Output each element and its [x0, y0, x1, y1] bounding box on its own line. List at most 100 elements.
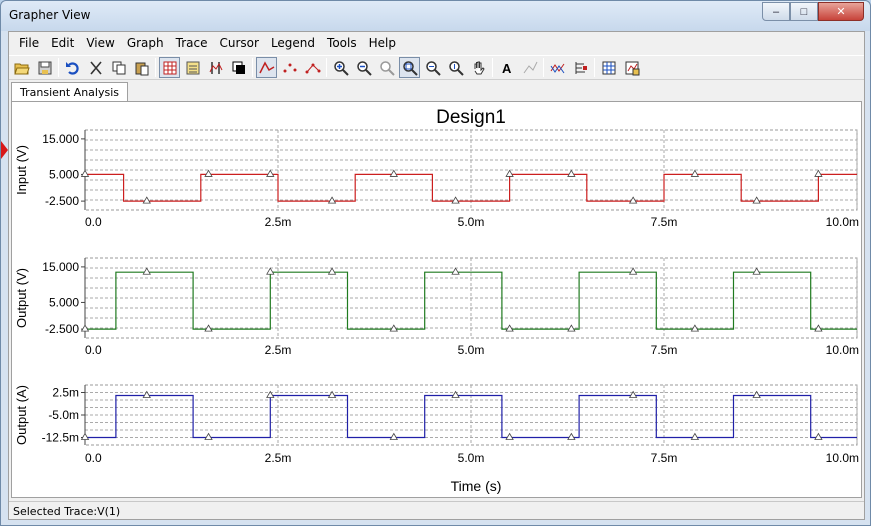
- data-point-marker: [327, 196, 337, 204]
- title-bar[interactable]: Grapher View – □ ✕: [1, 1, 870, 31]
- charts-canvas[interactable]: Design1 15.000 5.000 -2.500 0.0 2.5m 5.0m 7.5m 1…: [12, 102, 861, 497]
- toolbar: A: [9, 55, 864, 80]
- data-point-marker: [814, 169, 823, 177]
- status-text: Selected Trace:V(1): [13, 505, 121, 518]
- menu-legend[interactable]: Legend: [265, 36, 321, 50]
- zoom-in-icon[interactable]: [330, 57, 351, 78]
- minimize-button[interactable]: –: [762, 2, 790, 21]
- x-axis-label: Time (s): [451, 478, 502, 494]
- x-tick-label: 7.5m: [651, 215, 678, 229]
- data-point-marker: [752, 196, 761, 204]
- data-point-marker: [266, 169, 275, 177]
- menu-trace[interactable]: Trace: [170, 36, 214, 50]
- paste-icon[interactable]: [131, 57, 152, 78]
- grapher-window: Grapher View – □ ✕ File Edit View Graph …: [0, 0, 871, 526]
- x-tick-label: 0.0: [85, 343, 102, 357]
- x-tick-label: 2.5m: [265, 451, 292, 465]
- grid-toggle-icon[interactable]: [159, 57, 180, 78]
- save-icon[interactable]: [34, 57, 55, 78]
- line-plot-icon[interactable]: [256, 57, 277, 78]
- plot-area[interactable]: Design1 15.000 5.000 -2.500 0.0 2.5m 5.0m 7.5m 1…: [11, 101, 862, 498]
- window-title: Grapher View: [9, 8, 91, 22]
- menu-cursor[interactable]: Cursor: [213, 36, 264, 50]
- zoom-x-icon[interactable]: [422, 57, 443, 78]
- close-button[interactable]: ✕: [818, 2, 864, 21]
- toolbar-separator: [594, 58, 595, 77]
- data-point-marker: [505, 432, 514, 440]
- x-tick-label: 0.0: [85, 215, 102, 229]
- data-point-marker: [451, 390, 460, 398]
- tab-transient-analysis[interactable]: Transient Analysis: [11, 82, 128, 102]
- reverse-colors-icon[interactable]: [228, 57, 249, 78]
- toolbar-separator: [155, 58, 156, 77]
- y-axis-label: Output (V): [14, 268, 29, 328]
- menu-tools[interactable]: Tools: [321, 36, 363, 50]
- zoom-full-icon[interactable]: [399, 57, 420, 78]
- export-graph-icon[interactable]: [621, 57, 642, 78]
- zoom-area-icon[interactable]: [376, 57, 397, 78]
- points-plot-icon[interactable]: [279, 57, 300, 78]
- data-point-marker: [389, 169, 398, 177]
- data-point-marker: [142, 196, 151, 204]
- cut-icon[interactable]: [85, 57, 106, 78]
- toolbar-separator: [58, 58, 59, 77]
- data-point-marker: [389, 432, 398, 440]
- x-tick-label: 10.0m: [826, 215, 859, 229]
- legend-toggle-icon[interactable]: [182, 57, 203, 78]
- properties-icon[interactable]: [570, 57, 591, 78]
- menu-file[interactable]: File: [13, 36, 45, 50]
- y-tick-label: 5.000: [49, 295, 79, 309]
- line-points-plot-icon[interactable]: [302, 57, 323, 78]
- toolbar-separator: [492, 58, 493, 77]
- cursors-toggle-icon[interactable]: [205, 57, 226, 78]
- text-tool-icon[interactable]: A: [496, 57, 517, 78]
- window-controls: – □ ✕: [762, 2, 864, 21]
- y-axis-label: Input (V): [14, 145, 29, 195]
- data-point-marker: [567, 432, 576, 440]
- y-tick-label: 2.5m: [52, 386, 79, 400]
- open-folder-icon[interactable]: [11, 57, 32, 78]
- x-tick-label: 2.5m: [265, 215, 292, 229]
- maximize-button[interactable]: □: [790, 2, 818, 21]
- toolbar-separator: [543, 58, 544, 77]
- zoom-y-icon[interactable]: [445, 57, 466, 78]
- menu-view[interactable]: View: [80, 36, 120, 50]
- data-point-marker: [567, 169, 576, 177]
- status-bar: Selected Trace:V(1): [9, 501, 864, 520]
- menu-bar: File Edit View Graph Trace Cursor Legend…: [9, 32, 864, 54]
- data-point-marker: [752, 390, 761, 398]
- menu-help[interactable]: Help: [363, 36, 402, 50]
- copy-icon[interactable]: [108, 57, 129, 78]
- overlay-traces-icon[interactable]: [547, 57, 568, 78]
- menu-graph[interactable]: Graph: [121, 36, 170, 50]
- y-tick-label: 5.000: [49, 167, 79, 181]
- data-point-marker: [814, 432, 823, 440]
- y-tick-label: -12.5m: [42, 431, 79, 445]
- menu-edit[interactable]: Edit: [45, 36, 80, 50]
- data-point-marker: [690, 432, 700, 440]
- x-tick-label: 10.0m: [826, 343, 859, 357]
- data-point-marker: [80, 169, 90, 177]
- x-tick-label: 5.0m: [458, 343, 485, 357]
- data-point-marker: [690, 169, 700, 177]
- data-point-marker: [567, 324, 576, 332]
- export-data-icon[interactable]: [598, 57, 619, 78]
- x-tick-label: 5.0m: [458, 215, 485, 229]
- undo-icon[interactable]: [62, 57, 83, 78]
- toolbar-separator: [252, 58, 253, 77]
- data-point-marker: [142, 267, 151, 275]
- selected-trace-marker: [1, 141, 8, 159]
- y-tick-label: 15.000: [42, 260, 79, 274]
- zoom-out-icon[interactable]: [353, 57, 374, 78]
- label-tool-icon[interactable]: [519, 57, 540, 78]
- pan-hand-icon[interactable]: [468, 57, 489, 78]
- data-point-marker: [505, 169, 514, 177]
- y-axis-label: Output (A): [14, 385, 29, 445]
- data-point-marker: [327, 390, 337, 398]
- data-point-marker: [327, 267, 337, 275]
- data-point-marker: [80, 432, 90, 440]
- data-point-marker: [752, 267, 761, 275]
- data-point-marker: [451, 267, 460, 275]
- client-area: File Edit View Graph Trace Cursor Legend…: [8, 31, 865, 520]
- y-tick-label: -5.0m: [48, 408, 79, 422]
